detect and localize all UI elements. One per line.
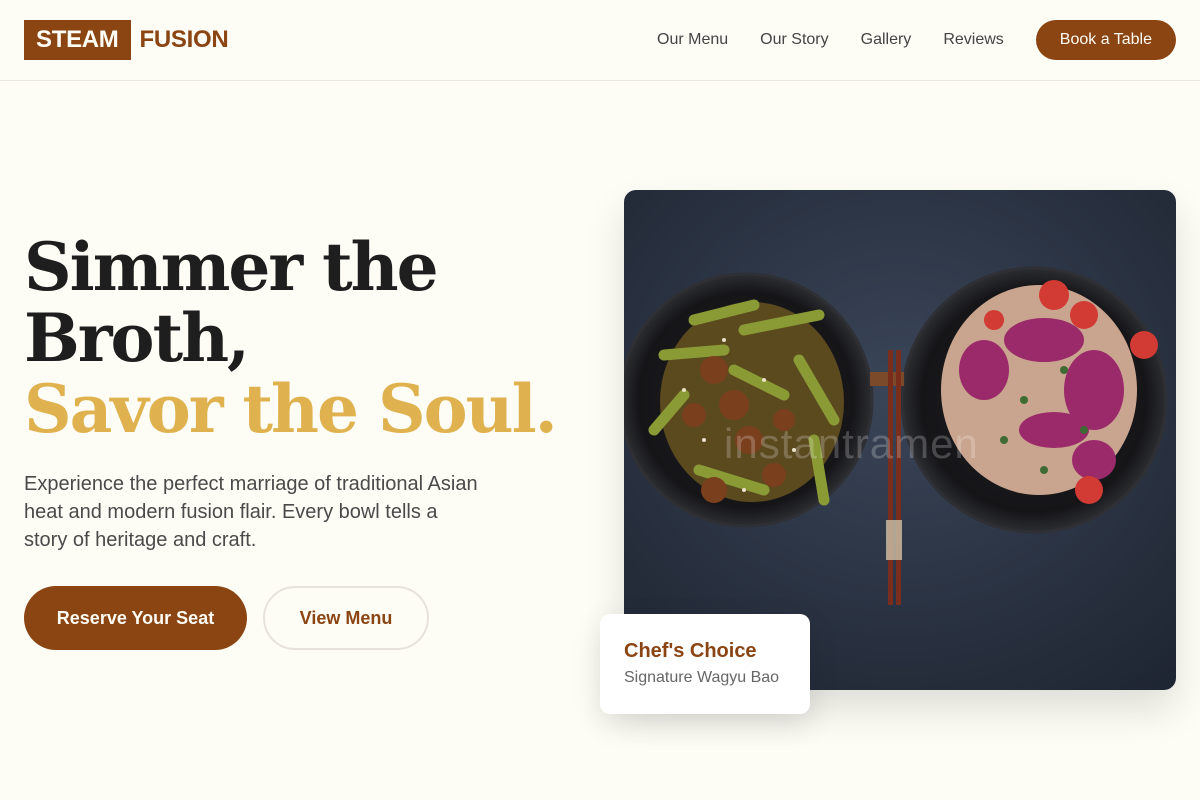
nav-link-reviews[interactable]: Reviews (943, 31, 1003, 49)
nav-link-our-menu[interactable]: Our Menu (657, 31, 728, 49)
view-menu-button[interactable]: View Menu (263, 586, 429, 650)
nav-link-gallery[interactable]: Gallery (861, 31, 912, 49)
chefs-choice-subtitle: Signature Wagyu Bao (624, 669, 780, 686)
image-watermark: instantramen (724, 420, 979, 467)
main-nav: Our Menu Our Story Gallery Reviews Book … (657, 20, 1176, 60)
book-table-button[interactable]: Book a Table (1035, 20, 1176, 60)
hero-title-line-1: Simmer the (24, 228, 439, 306)
chefs-choice-card[interactable]: Chef's Choice Signature Wagyu Bao (600, 614, 810, 714)
logo-box: STEAM (24, 20, 131, 60)
logo-text: FUSION (139, 26, 229, 53)
reserve-seat-button[interactable]: Reserve Your Seat (24, 586, 247, 650)
nav-link-our-story[interactable]: Our Story (760, 31, 828, 49)
logo[interactable]: STEAM FUSION (24, 20, 229, 60)
hero-title-accent: Savor the Soul. (24, 370, 558, 448)
hero-title: Simmer the Broth, Savor the Soul. (24, 232, 584, 445)
hero-description: Experience the perfect marriage of tradi… (24, 473, 478, 551)
hero-title-line-2: Broth, (24, 299, 250, 377)
site-header: STEAM FUSION Our Menu Our Story Gallery … (0, 0, 1200, 81)
chefs-choice-title: Chef's Choice (624, 640, 757, 662)
